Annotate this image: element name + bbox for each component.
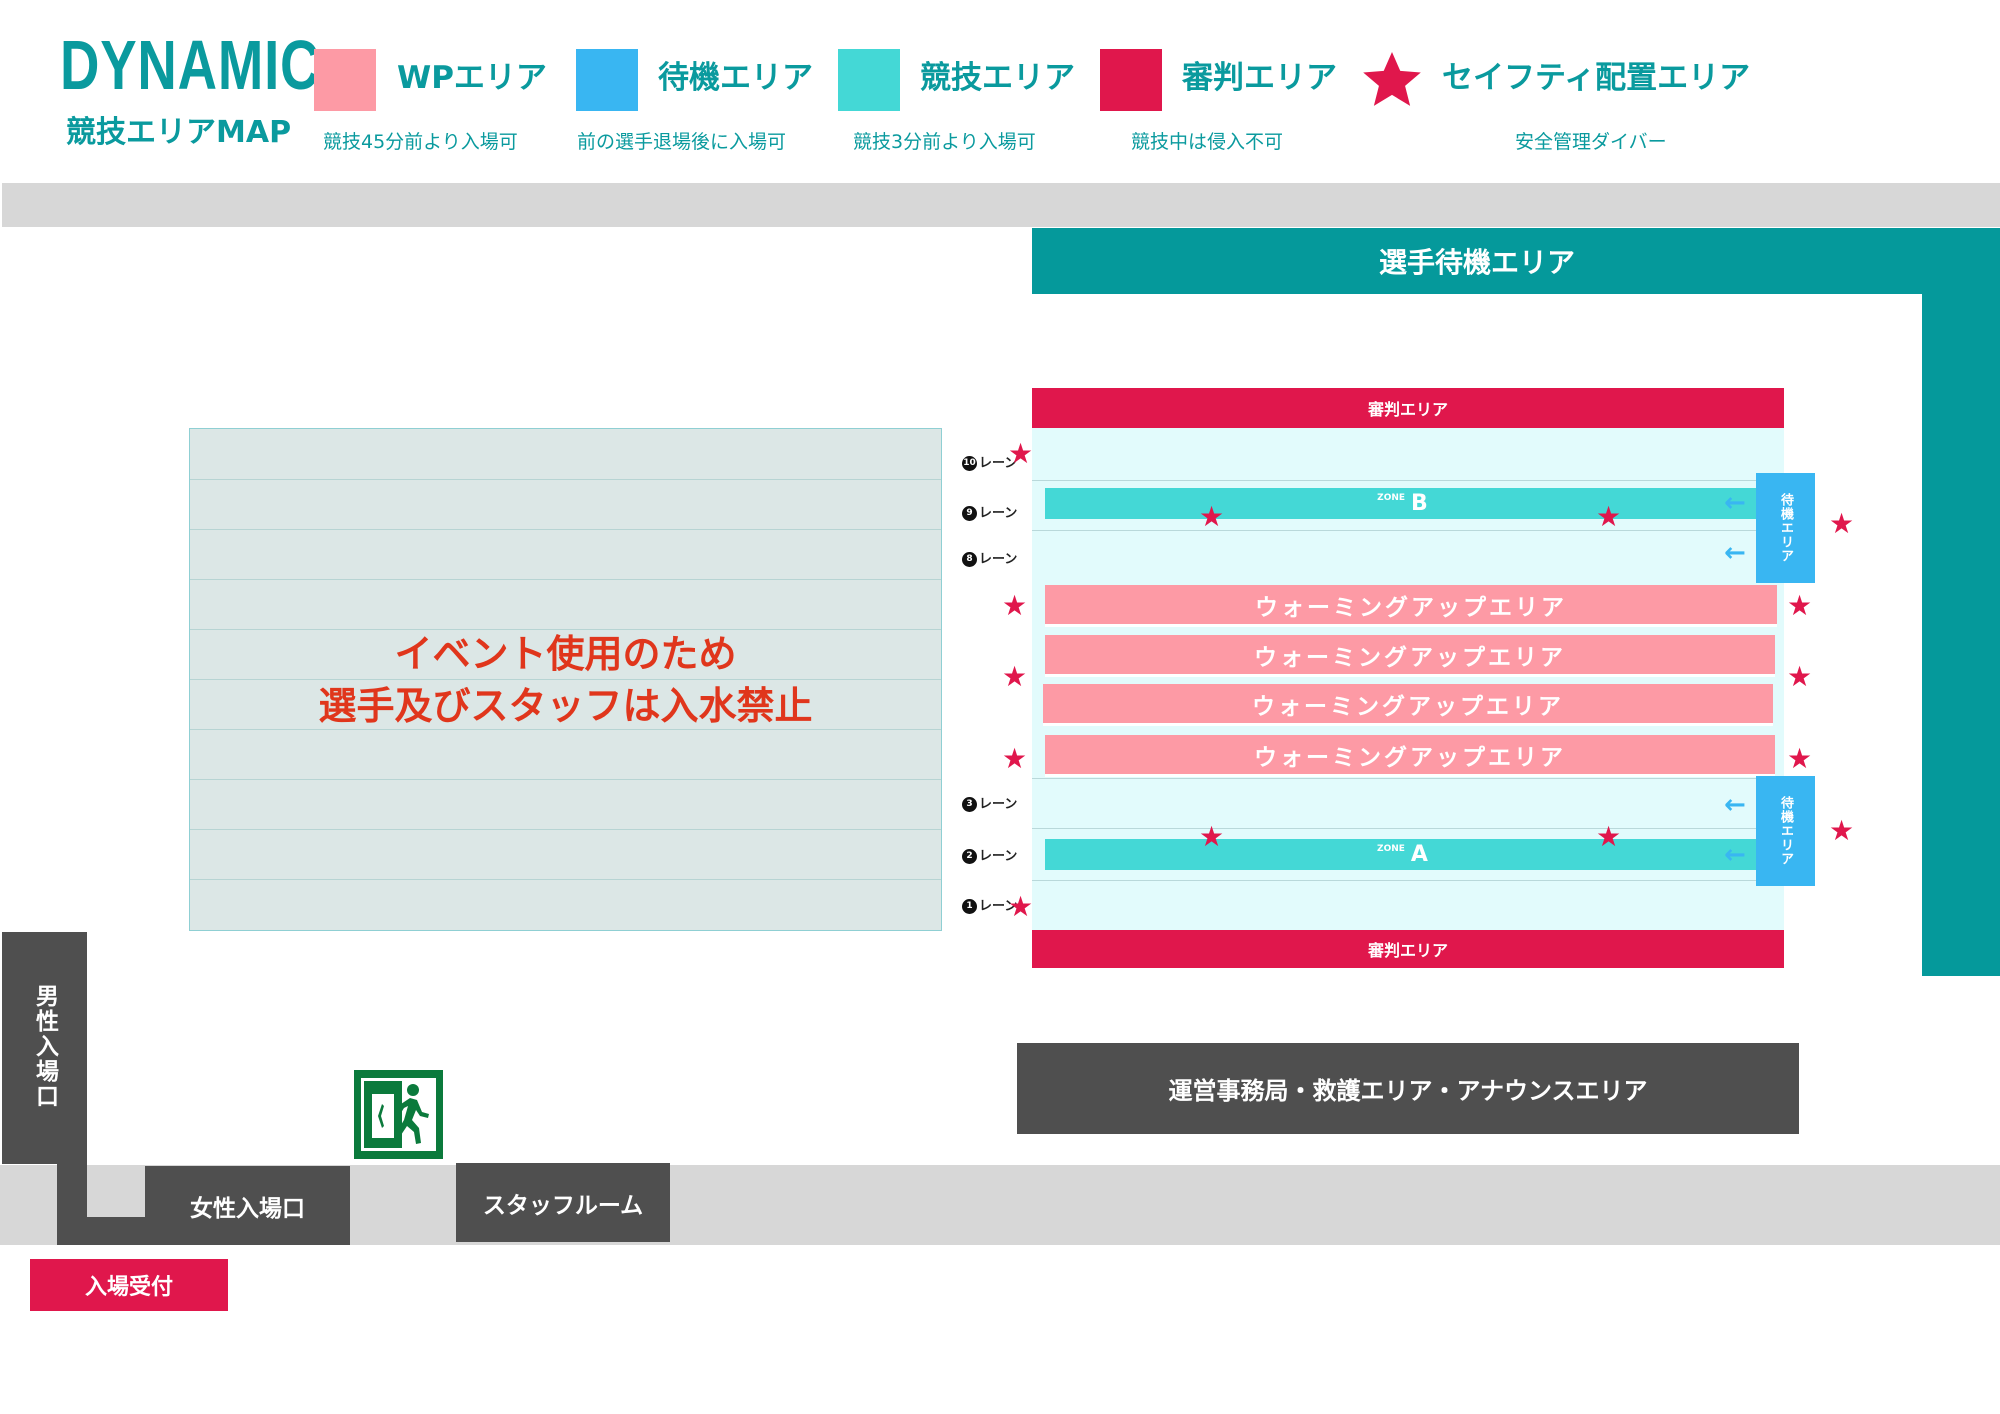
star-icon: ★: [1002, 742, 1028, 775]
lane-number: 2: [962, 849, 977, 864]
lane-number: 8: [962, 552, 977, 567]
warmup-area-4: ウォーミングアップエリア: [1045, 735, 1775, 777]
judge-area-top: 審判エリア: [1032, 388, 1784, 428]
waiting-area-upper: 待機エリア: [1756, 473, 1815, 583]
legend-competition-label: 競技エリア: [920, 60, 1075, 96]
pool-lane-line: [1032, 480, 1784, 481]
arrow-left-icon: ←: [1724, 538, 1746, 568]
arrow-left-icon: ←: [1724, 488, 1746, 518]
male-entrance: 男性入場口: [2, 932, 87, 1164]
lane-label-9: 9 レーン: [962, 506, 1017, 521]
top-corridor: [2, 183, 2000, 227]
legend-waiting-swatch: [576, 49, 638, 111]
lane-label-2: 2 レーン: [962, 849, 1017, 864]
judge-area-bottom: 審判エリア: [1032, 930, 1784, 968]
lane-number: 1: [962, 899, 977, 914]
emergency-exit-icon: [354, 1070, 443, 1159]
legend-competition-swatch: [838, 49, 900, 111]
athlete-waiting-side: [1922, 228, 2000, 976]
pool-lane-line: [1032, 880, 1784, 881]
star-icon: ★: [1199, 820, 1225, 853]
star-icon: ★: [1596, 500, 1622, 533]
pool-lane-line: [190, 779, 941, 780]
star-icon: ★: [1596, 820, 1622, 853]
waiting-area-lower: 待機エリア: [1756, 776, 1815, 886]
legend-wp-swatch: [314, 49, 376, 111]
star-icon: ★: [1787, 660, 1813, 693]
legend-judge-swatch: [1100, 49, 1162, 111]
legend-waiting-desc: 前の選手退場後に入場可: [577, 131, 787, 153]
pool-lane-line: [1032, 778, 1784, 779]
star-icon: ★: [1199, 500, 1225, 533]
lane-number: 3: [962, 797, 977, 812]
pool-lane-line: [1032, 828, 1784, 829]
lane-text: レーン: [979, 849, 1018, 864]
entrance-path: [57, 1217, 145, 1245]
star-icon: ★: [1008, 437, 1034, 470]
staff-room: スタッフルーム: [456, 1163, 670, 1242]
female-entrance: 女性入場口: [145, 1166, 350, 1245]
star-icon: ★: [1787, 742, 1813, 775]
pool-lane-line: [190, 479, 941, 480]
warmup-area-2: ウォーミングアップエリア: [1045, 635, 1775, 677]
zone-b-letter: B: [1411, 491, 1428, 516]
star-icon: ★: [1787, 589, 1813, 622]
legend-safety-label: セイフティ配置エリア: [1442, 60, 1751, 96]
star-icon: ★: [1002, 660, 1028, 693]
lane-text: レーン: [979, 506, 1018, 521]
legend-wp-label: WPエリア: [397, 60, 547, 96]
legend-competition-desc: 競技3分前より入場可: [853, 131, 1036, 153]
lane-number: 9: [962, 506, 977, 521]
legend-judge-label: 審判エリア: [1182, 60, 1337, 96]
athlete-waiting-area: 選手待機エリア: [1032, 228, 1922, 294]
pool-lane-line: [190, 579, 941, 580]
legend-waiting-label: 待機エリア: [658, 60, 813, 96]
event-notice-line1: イベント使用のため: [394, 632, 737, 676]
arrow-left-icon: ←: [1724, 790, 1746, 820]
zone-a-word: ZONE: [1377, 843, 1405, 854]
star-icon: [1360, 48, 1424, 112]
legend-judge-desc: 競技中は侵入不可: [1131, 131, 1284, 153]
arrow-left-icon: ←: [1724, 840, 1746, 870]
lane-text: レーン: [979, 552, 1018, 567]
star-icon: ★: [1829, 814, 1855, 847]
lane-text: レーン: [979, 797, 1018, 812]
pool-lane-line: [190, 879, 941, 880]
warmup-area-1: ウォーミングアップエリア: [1045, 585, 1777, 627]
pool-lane-line: [190, 529, 941, 530]
zone-a: ZONE A: [1045, 839, 1760, 870]
event-notice-line2: 選手及びスタッフは入水禁止: [318, 684, 813, 728]
athlete-waiting-label: 選手待機エリア: [1378, 246, 1575, 279]
logo-subtitle: 競技エリアMAP: [66, 115, 292, 150]
lane-label-8: 8 レーン: [962, 552, 1017, 567]
pool-lane-line: [190, 829, 941, 830]
star-icon: ★: [1829, 507, 1855, 540]
pool-lane-line: [1032, 530, 1784, 531]
star-icon: ★: [1002, 589, 1028, 622]
lane-number: 10: [962, 456, 977, 471]
operations-area: 運営事務局・救護エリア・アナウンスエリア: [1017, 1043, 1799, 1134]
lane-label-3: 3 レーン: [962, 797, 1017, 812]
legend-safety-desc: 安全管理ダイバー: [1515, 131, 1667, 153]
logo-title: DYNAMIC: [60, 26, 321, 104]
zone-a-letter: A: [1410, 842, 1428, 867]
legend-wp-desc: 競技45分前より入場可: [323, 131, 518, 153]
star-icon: ★: [1008, 890, 1034, 923]
reception: 入場受付: [30, 1259, 228, 1311]
zone-b: ZONE B: [1045, 488, 1760, 519]
warmup-area-3: ウォーミングアップエリア: [1043, 684, 1773, 726]
zone-b-word: ZONE: [1377, 492, 1406, 503]
event-notice: イベント使用のため 選手及びスタッフは入水禁止: [189, 628, 942, 732]
